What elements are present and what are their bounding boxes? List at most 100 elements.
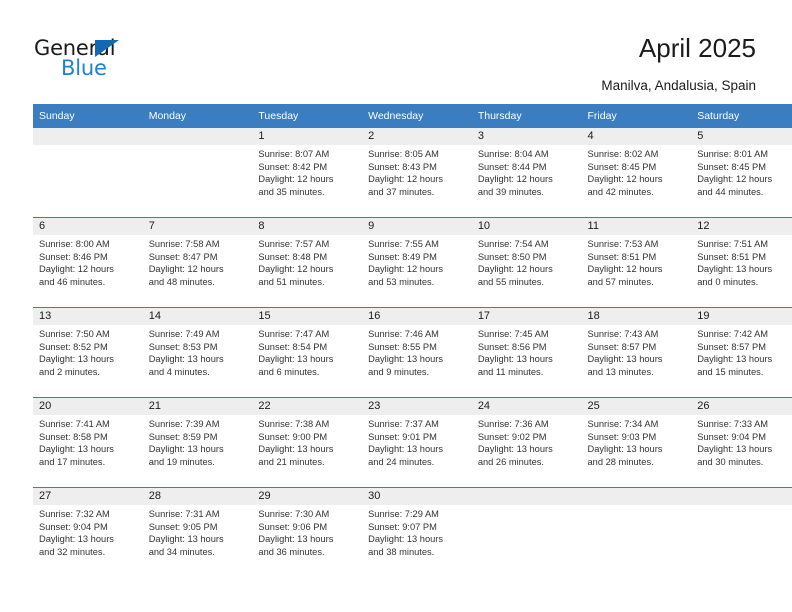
sunrise-text: Sunrise: 7:42 AM — [697, 329, 769, 339]
day-number: 25 — [581, 398, 692, 415]
calendar-day-cell[interactable]: 14 Sunrise: 7:49 AM Sunset: 8:53 PM Dayligh… — [142, 307, 253, 398]
daylight-text-line2: and 6 minutes. — [258, 366, 320, 377]
day-details: Sunrise: 8:02 AM Sunset: 8:45 PM Daylight:… — [582, 145, 692, 198]
day-number: 21 — [142, 398, 253, 415]
calendar-day-cell[interactable]: 10 Sunrise: 7:54 AM Sunset: 8:50 PM Dayligh… — [471, 217, 582, 308]
day-details: Sunrise: 7:39 AM Sunset: 8:59 PM Daylight:… — [143, 415, 253, 468]
sunset-text: Sunset: 8:55 PM — [368, 341, 437, 352]
daylight-text-line1: Daylight: 12 hours — [148, 264, 224, 275]
calendar-day-cell[interactable]: 1 Sunrise: 8:07 AM Sunset: 8:42 PM Daylight… — [252, 128, 363, 218]
day-details: Sunrise: 7:36 AM Sunset: 9:02 PM Daylight:… — [472, 415, 582, 468]
day-number: 27 — [33, 488, 143, 505]
daylight-text-line1: Daylight: 12 hours — [258, 264, 334, 275]
sunrise-text: Sunrise: 7:58 AM — [148, 239, 220, 249]
daylight-text-line1: Daylight: 12 hours — [587, 174, 663, 185]
calendar-day-cell-empty — [33, 128, 143, 218]
daylight-text-line2: and 55 minutes. — [477, 276, 544, 287]
calendar-day-cell[interactable]: 13 Sunrise: 7:50 AM Sunset: 8:52 PM Dayligh… — [33, 307, 143, 398]
page-title: April 2025 — [638, 33, 756, 63]
day-details: Sunrise: 7:30 AM Sunset: 9:06 PM Daylight:… — [252, 505, 362, 558]
day-number: 10 — [471, 218, 582, 235]
sunrise-text: Sunrise: 7:31 AM — [148, 509, 220, 519]
daylight-text-line2: and 30 minutes. — [697, 456, 764, 467]
calendar-day-cell[interactable]: 15 Sunrise: 7:47 AM Sunset: 8:54 PM Dayligh… — [252, 307, 363, 398]
daylight-text-line2: and 9 minutes. — [368, 366, 430, 377]
calendar-day-cell[interactable]: 3 Sunrise: 8:04 AM Sunset: 8:44 PM Daylight… — [471, 128, 582, 218]
sunrise-text: Sunrise: 7:36 AM — [477, 419, 549, 429]
daylight-text-line2: and 11 minutes. — [477, 366, 544, 377]
calendar-day-cell[interactable]: 7 Sunrise: 7:58 AM Sunset: 8:47 PM Daylight… — [142, 217, 253, 308]
calendar-day-cell[interactable]: 17 Sunrise: 7:45 AM Sunset: 8:56 PM Dayligh… — [471, 307, 582, 398]
sunrise-text: Sunrise: 7:45 AM — [477, 329, 549, 339]
sunset-text: Sunset: 8:42 PM — [258, 161, 328, 172]
calendar-day-cell[interactable]: 4 Sunrise: 8:02 AM Sunset: 8:45 PM Daylight… — [581, 128, 692, 218]
sunrise-text: Sunrise: 8:01 AM — [697, 149, 769, 159]
calendar-day-cell[interactable]: 30 Sunrise: 7:29 AM Sunset: 9:07 PM Dayligh… — [362, 487, 472, 577]
daylight-text-line1: Daylight: 13 hours — [368, 444, 444, 455]
sunrise-text: Sunrise: 7:29 AM — [368, 509, 439, 519]
daylight-text-line2: and 4 minutes. — [148, 366, 210, 377]
calendar-day-cell[interactable]: 19 Sunrise: 7:42 AM Sunset: 8:57 PM Dayligh… — [691, 307, 792, 398]
day-number: 11 — [581, 218, 692, 235]
sunset-text: Sunset: 8:48 PM — [258, 251, 328, 262]
calendar-day-cell[interactable]: 8 Sunrise: 7:57 AM Sunset: 8:48 PM Daylight… — [252, 217, 363, 308]
logo-text-blue: Blue — [61, 56, 107, 80]
calendar-day-cell[interactable]: 27 Sunrise: 7:32 AM Sunset: 9:04 PM Dayligh… — [33, 487, 143, 577]
calendar-day-cell[interactable]: 22 Sunrise: 7:38 AM Sunset: 9:00 PM Dayligh… — [252, 397, 363, 488]
day-number: 12 — [691, 218, 792, 235]
day-number — [691, 488, 792, 505]
daylight-text-line2: and 0 minutes. — [697, 276, 759, 287]
day-number: 9 — [362, 218, 472, 235]
weekday-header-thursday: Thursday — [471, 104, 582, 128]
daylight-text-line1: Daylight: 13 hours — [258, 444, 334, 455]
calendar-day-cell[interactable]: 25 Sunrise: 7:34 AM Sunset: 9:03 PM Dayligh… — [581, 397, 692, 488]
weekday-header-saturday: Saturday — [691, 104, 792, 128]
day-details: Sunrise: 7:49 AM Sunset: 8:53 PM Daylight:… — [143, 325, 253, 378]
calendar-day-cell[interactable]: 9 Sunrise: 7:55 AM Sunset: 8:49 PM Daylight… — [362, 217, 472, 308]
calendar-day-cell[interactable]: 23 Sunrise: 7:37 AM Sunset: 9:01 PM Dayligh… — [362, 397, 472, 488]
daylight-text-line2: and 51 minutes. — [258, 276, 325, 287]
daylight-text-line2: and 39 minutes. — [477, 186, 544, 197]
daylight-text-line2: and 53 minutes. — [368, 276, 435, 287]
daylight-text-line2: and 17 minutes. — [39, 456, 106, 467]
day-number: 3 — [471, 128, 582, 145]
daylight-text-line2: and 21 minutes. — [258, 456, 325, 467]
day-details: Sunrise: 7:29 AM Sunset: 9:07 PM Daylight:… — [362, 505, 472, 558]
calendar-day-cell[interactable]: 6 Sunrise: 8:00 AM Sunset: 8:46 PM Daylight… — [33, 217, 143, 308]
sunrise-text: Sunrise: 8:00 AM — [39, 239, 110, 249]
daylight-text-line2: and 24 minutes. — [368, 456, 435, 467]
day-details: Sunrise: 7:50 AM Sunset: 8:52 PM Daylight:… — [33, 325, 143, 378]
day-number — [581, 488, 692, 505]
calendar-day-cell-empty — [691, 487, 792, 577]
sunrise-text: Sunrise: 8:05 AM — [368, 149, 439, 159]
calendar-day-cell[interactable]: 5 Sunrise: 8:01 AM Sunset: 8:45 PM Daylight… — [691, 128, 792, 218]
general-blue-logo[interactable]: General Blue — [34, 36, 234, 82]
day-number: 19 — [691, 308, 792, 325]
day-number: 6 — [33, 218, 143, 235]
daylight-text-line2: and 37 minutes. — [368, 186, 435, 197]
calendar-day-cell[interactable]: 18 Sunrise: 7:43 AM Sunset: 8:57 PM Dayligh… — [581, 307, 692, 398]
calendar-day-cell[interactable]: 12 Sunrise: 7:51 AM Sunset: 8:51 PM Dayligh… — [691, 217, 792, 308]
calendar-day-cell[interactable]: 2 Sunrise: 8:05 AM Sunset: 8:43 PM Daylight… — [362, 128, 472, 218]
daylight-text-line1: Daylight: 13 hours — [39, 354, 114, 365]
calendar-day-cell[interactable]: 29 Sunrise: 7:30 AM Sunset: 9:06 PM Dayligh… — [252, 487, 363, 577]
sunset-text: Sunset: 9:04 PM — [697, 431, 766, 442]
weekday-header-monday: Monday — [142, 104, 253, 128]
calendar-day-cell[interactable]: 21 Sunrise: 7:39 AM Sunset: 8:59 PM Dayligh… — [142, 397, 253, 488]
calendar-day-cell[interactable]: 11 Sunrise: 7:53 AM Sunset: 8:51 PM Dayligh… — [581, 217, 692, 308]
location-subtitle: Manilva, Andalusia, Spain — [601, 78, 756, 93]
calendar-day-cell[interactable]: 28 Sunrise: 7:31 AM Sunset: 9:05 PM Dayligh… — [142, 487, 253, 577]
day-number: 17 — [471, 308, 582, 325]
daylight-text-line2: and 44 minutes. — [697, 186, 764, 197]
sunrise-text: Sunrise: 7:37 AM — [368, 419, 439, 429]
page-header: General Blue April 2025 Manilva, Andalus… — [0, 0, 792, 100]
daylight-text-line2: and 38 minutes. — [368, 546, 435, 557]
sunset-text: Sunset: 8:47 PM — [148, 251, 218, 262]
calendar-day-cell[interactable]: 20 Sunrise: 7:41 AM Sunset: 8:58 PM Dayligh… — [33, 397, 143, 488]
day-details: Sunrise: 7:37 AM Sunset: 9:01 PM Daylight:… — [362, 415, 472, 468]
day-number: 2 — [362, 128, 472, 145]
calendar-day-cell[interactable]: 26 Sunrise: 7:33 AM Sunset: 9:04 PM Dayligh… — [691, 397, 792, 488]
calendar-day-cell[interactable]: 24 Sunrise: 7:36 AM Sunset: 9:02 PM Dayligh… — [471, 397, 582, 488]
calendar-day-cell[interactable]: 16 Sunrise: 7:46 AM Sunset: 8:55 PM Dayligh… — [362, 307, 472, 398]
daylight-text-line1: Daylight: 13 hours — [368, 354, 444, 365]
